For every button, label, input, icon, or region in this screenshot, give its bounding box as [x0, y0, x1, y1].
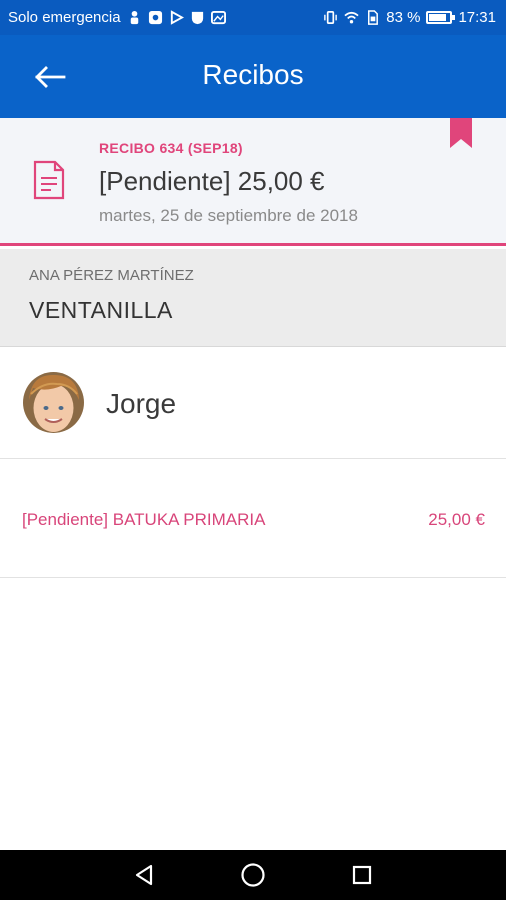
page-title: Recibos [202, 59, 304, 90]
payment-method: VENTANILLA [29, 297, 173, 323]
screen: Solo emergencia 83 % 17:31 Recibos RECIB… [0, 0, 506, 900]
receipt-date: martes, 25 de septiembre de 2018 [99, 206, 358, 225]
shield-notification-icon [191, 11, 203, 25]
status-left: Solo emergencia [8, 9, 226, 26]
document-icon [33, 160, 65, 200]
navigation-bar [0, 850, 506, 900]
receipt-code: RECIBO 634 (SEP18) [99, 140, 243, 156]
child-name: Jorge [106, 388, 177, 419]
person-icon [130, 10, 138, 25]
clock: 17:31 [458, 9, 496, 26]
child-photo [23, 372, 84, 433]
vibrate-icon [324, 11, 338, 24]
play-store-icon [170, 10, 184, 25]
wifi-icon [344, 11, 359, 24]
receipt-amount: [Pendiente] 25,00 € [99, 166, 325, 196]
payer-name: ANA PÉREZ MARTÍNEZ [29, 267, 194, 284]
sim-icon [368, 10, 379, 25]
square-recents-icon [352, 865, 371, 885]
nav-recents-button[interactable] [342, 855, 382, 895]
carrier-text: Solo emergencia [8, 9, 121, 26]
concept-amount: 25,00 € [428, 510, 485, 529]
concept-row[interactable]: [Pendiente] BATUKA PRIMARIA 25,00 € [0, 460, 506, 578]
battery-percent: 83 % [386, 9, 421, 26]
image-notification-icon [210, 10, 226, 25]
status-bar: Solo emergencia 83 % 17:31 [0, 0, 506, 35]
child-row[interactable]: Jorge [0, 348, 506, 459]
status-right: 83 % 17:31 [323, 9, 496, 26]
battery-icon [426, 11, 456, 24]
app-bar: Recibos [0, 35, 506, 118]
concept-label: [Pendiente] BATUKA PRIMARIA [22, 510, 266, 529]
nav-home-button[interactable] [233, 855, 273, 895]
nav-back-button[interactable] [124, 855, 164, 895]
app-notification-icon [148, 10, 162, 25]
circle-home-icon [241, 863, 265, 887]
battery-fill [429, 14, 447, 21]
triangle-back-icon [136, 864, 153, 886]
payer-section: ANA PÉREZ MARTÍNEZ VENTANILLA [0, 249, 506, 347]
child-avatar [23, 372, 84, 433]
receipt-header: RECIBO 634 (SEP18) [Pendiente] 25,00 € m… [0, 118, 506, 246]
bookmark-icon[interactable] [450, 118, 472, 148]
